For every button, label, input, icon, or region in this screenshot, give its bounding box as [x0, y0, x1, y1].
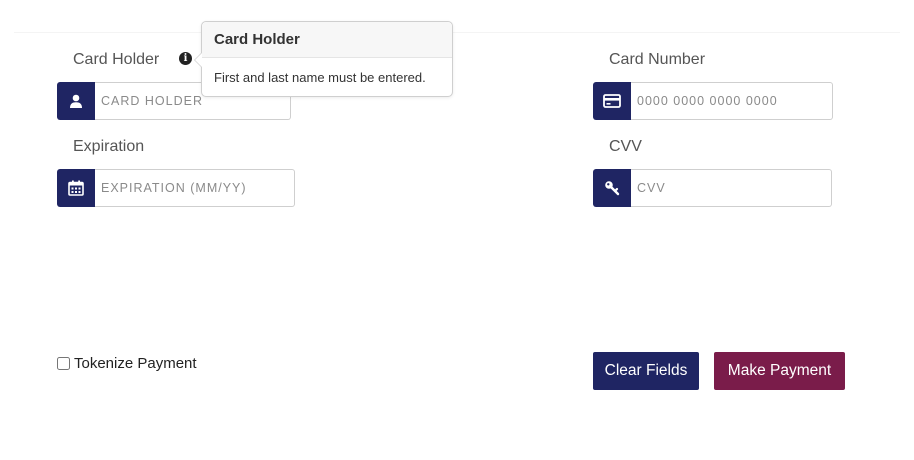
expiration-input-group: [57, 169, 295, 207]
expiration-label: Expiration: [73, 138, 145, 155]
clear-fields-button[interactable]: Clear Fields: [593, 352, 699, 390]
card-number-input[interactable]: [631, 82, 833, 120]
card-holder-label: Card Holder: [73, 51, 160, 68]
calendar-icon: [57, 169, 95, 207]
tooltip-title: Card Holder: [202, 22, 452, 58]
info-icon[interactable]: i: [179, 52, 192, 65]
key-icon: [593, 169, 631, 207]
make-payment-button[interactable]: Make Payment: [714, 352, 845, 390]
cvv-input-group: [593, 169, 832, 207]
card-number-input-group: [593, 82, 833, 120]
cvv-input[interactable]: [631, 169, 832, 207]
tooltip-body: First and last name must be entered.: [214, 70, 426, 85]
card-holder-tooltip: Card Holder First and last name must be …: [194, 21, 453, 97]
tokenize-payment-checkbox[interactable]: [57, 357, 70, 370]
expiration-input[interactable]: [95, 169, 295, 207]
tokenize-payment-option[interactable]: Tokenize Payment: [57, 355, 197, 372]
cvv-label: CVV: [609, 138, 642, 155]
user-icon: [57, 82, 95, 120]
card-number-label: Card Number: [609, 51, 706, 68]
credit-card-icon: [593, 82, 631, 120]
tokenize-payment-label: Tokenize Payment: [74, 355, 197, 372]
